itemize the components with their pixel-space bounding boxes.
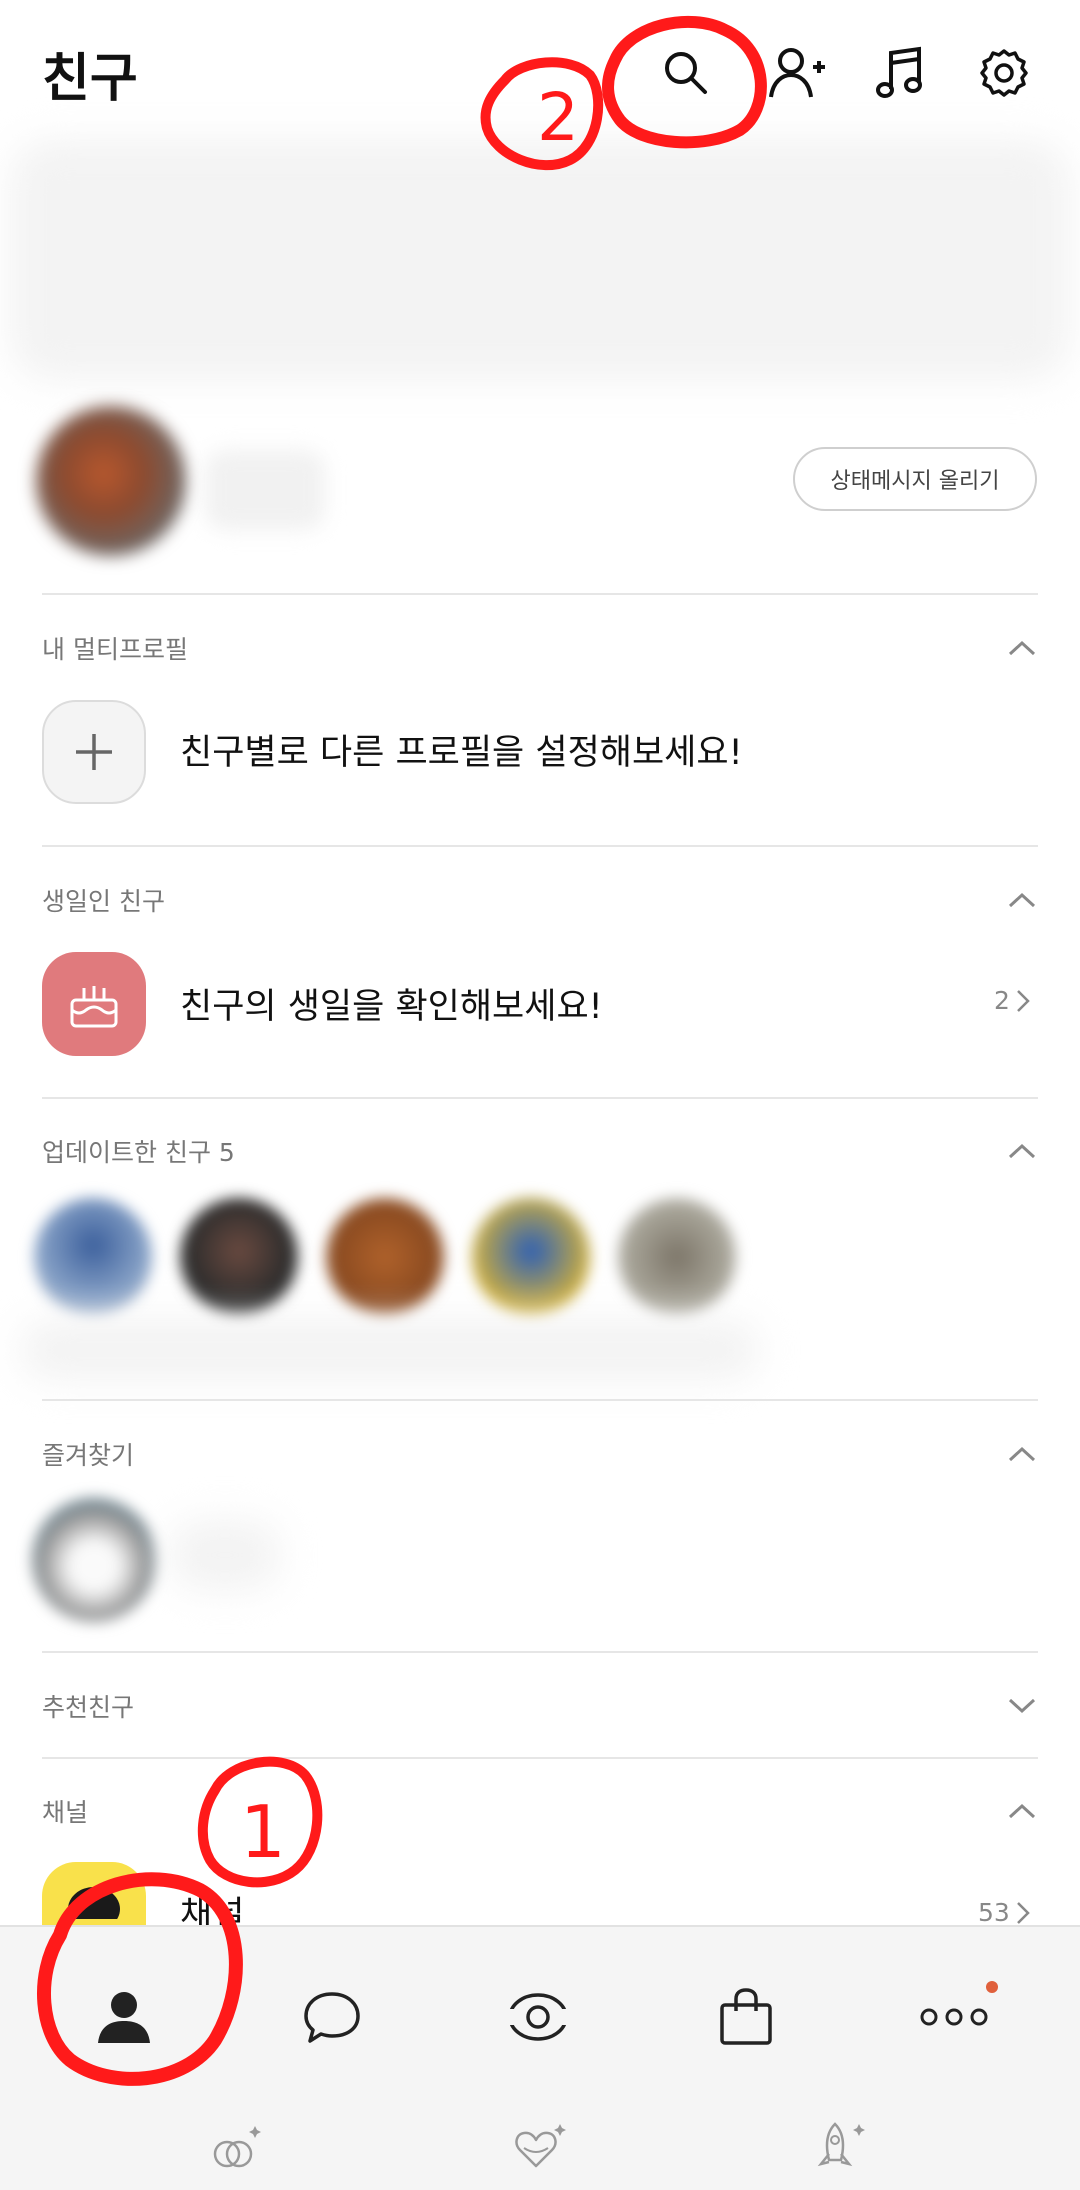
annotation-circle-2: [602, 16, 767, 149]
annotation-overlay: 2 1: [37, 16, 767, 2086]
annotation-label-2: 2: [537, 79, 579, 156]
annotation-label-1: 1: [240, 1790, 286, 1874]
annotation-circle-1: [37, 1872, 243, 2086]
